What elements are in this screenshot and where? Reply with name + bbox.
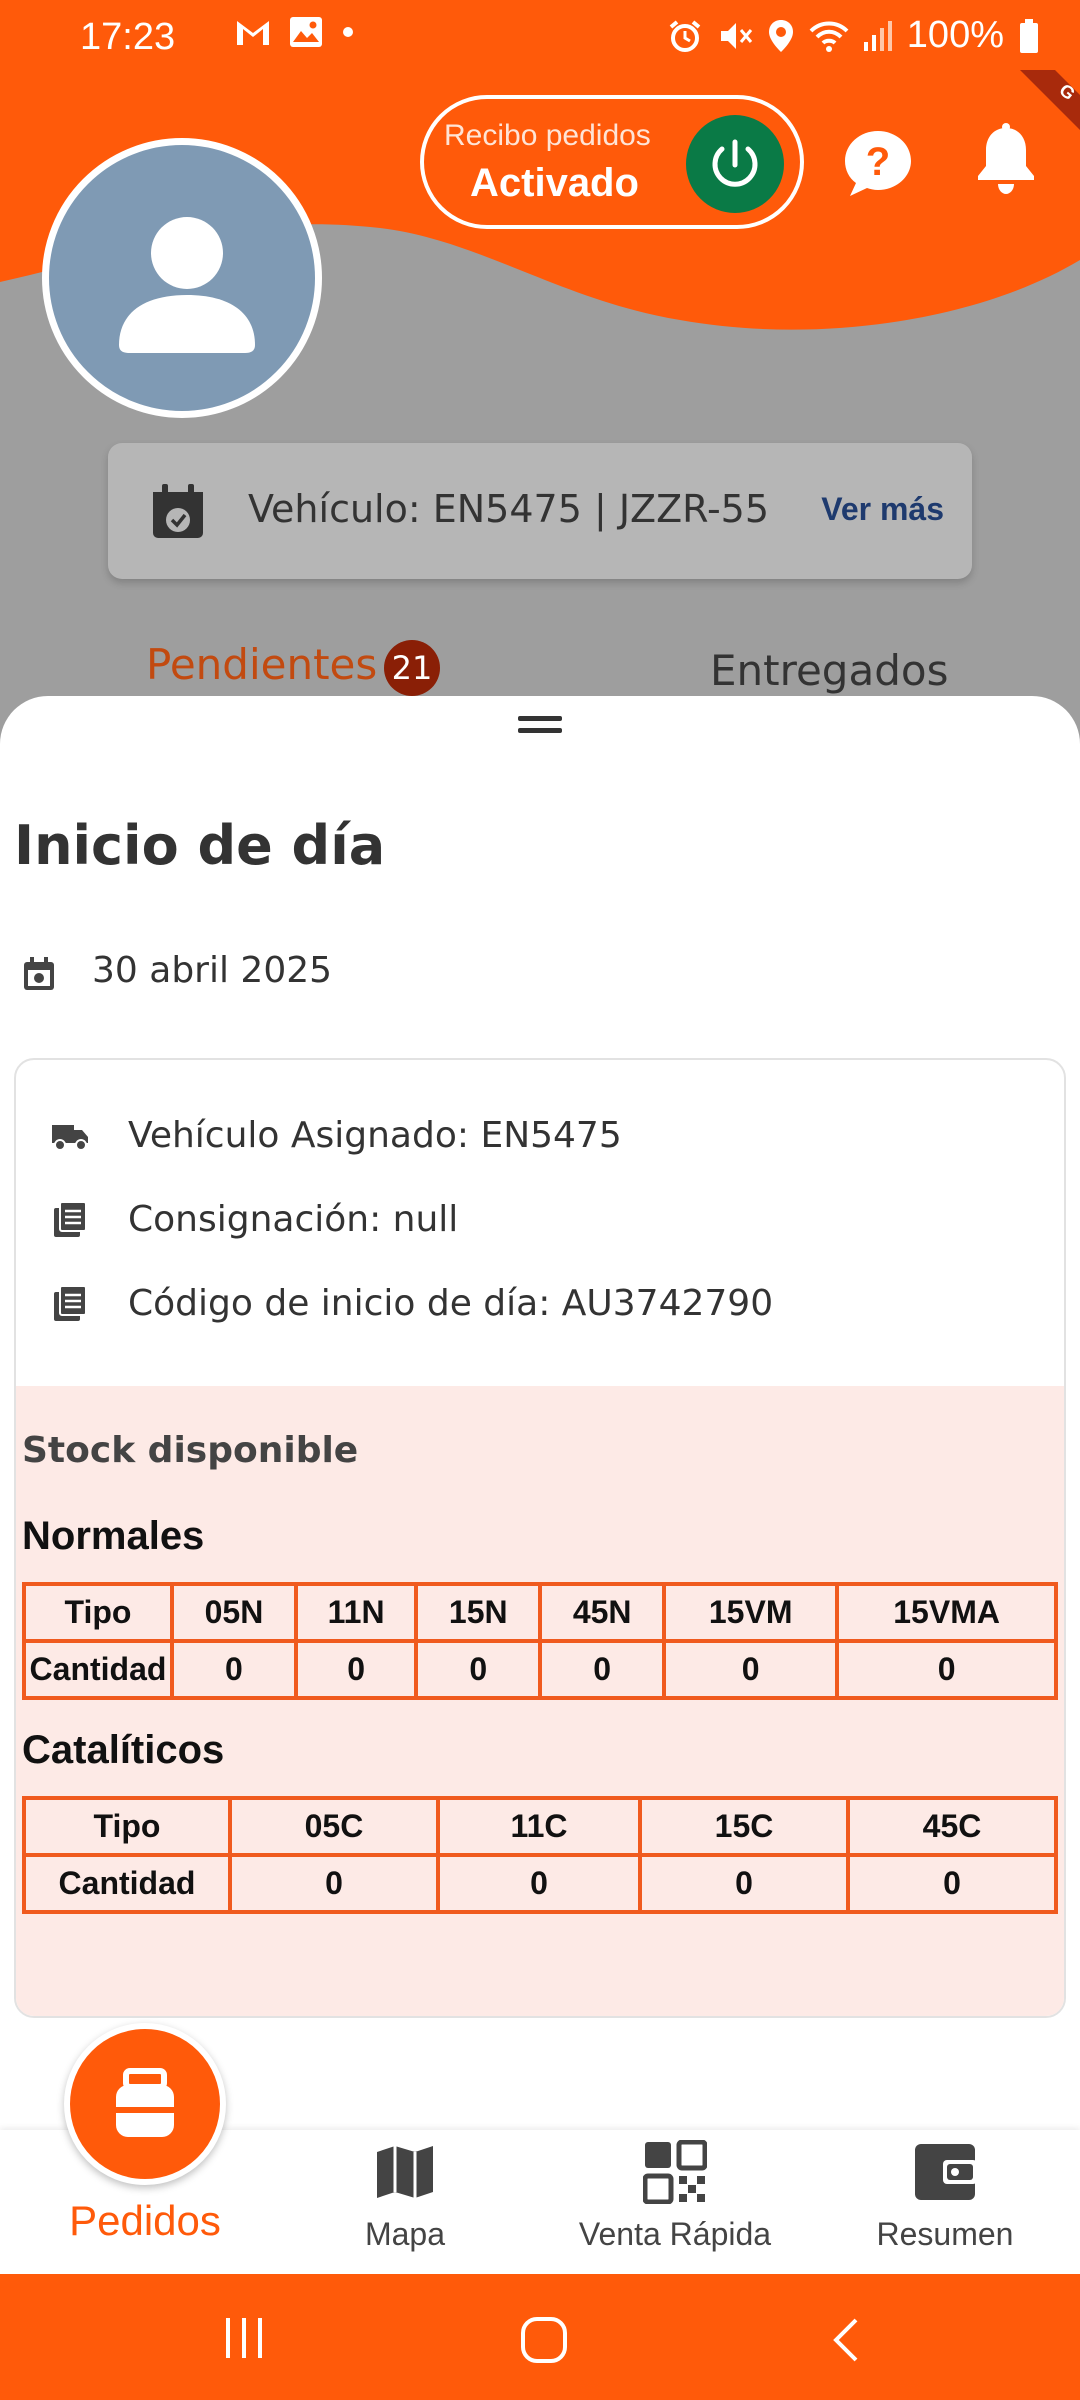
table-cell: 45N: [538, 1582, 667, 1643]
sheet-title: Inicio de día: [14, 814, 386, 877]
order-receiving-toggle[interactable]: Recibo pedidos Activado: [420, 95, 804, 229]
signal-icon: [863, 20, 892, 51]
normales-table: Tipo 05N 11N 15N 45N 15VM 15VMA Cantidad…: [22, 1582, 1058, 1700]
table-cell: 0: [662, 1639, 840, 1700]
location-icon: [768, 19, 793, 52]
gallery-icon: [290, 17, 322, 47]
table-cell: Tipo: [22, 1582, 174, 1643]
normales-title: Normales: [22, 1514, 205, 1558]
system-navigation-bar: [0, 2274, 1080, 2400]
tab-pending[interactable]: Pendientes: [146, 640, 377, 689]
nav-item-resumen[interactable]: Resumen: [810, 2130, 1080, 2274]
alarm-icon: [669, 19, 701, 52]
nav-label-mapa: Mapa: [364, 2216, 446, 2252]
cataliticos-title: Catalíticos: [22, 1728, 225, 1772]
table-cell: 15VMA: [835, 1582, 1058, 1643]
table-cell: 0: [846, 1853, 1058, 1914]
vehicle-text: Vehículo: EN5475 | JZZR-55: [248, 487, 770, 531]
status-bar: 17:23 100%: [0, 0, 1080, 76]
table-cell: 0: [835, 1639, 1058, 1700]
sheet-drag-handle-line: [518, 728, 562, 733]
status-time: 17:23: [80, 16, 176, 58]
table-header-row: Tipo 05C 11C 15C 45C: [22, 1796, 1058, 1857]
table-cell: 0: [435, 1853, 643, 1914]
gmail-icon: [237, 21, 269, 45]
table-cell: 05N: [170, 1582, 298, 1643]
info-text: Consignación: null: [128, 1198, 459, 1240]
nav-label-resumen: Resumen: [876, 2216, 1014, 2252]
power-button[interactable]: [686, 115, 784, 213]
table-cell: Cantidad: [22, 1639, 174, 1700]
table-row: Cantidad 0 0 0 0: [22, 1853, 1058, 1914]
qr-code-icon: [643, 2140, 707, 2204]
svg-text:?: ?: [866, 140, 890, 184]
cataliticos-table: Tipo 05C 11C 15C 45C Cantidad 0 0 0 0: [22, 1796, 1058, 1914]
calendar-icon: [24, 957, 54, 990]
pending-count-badge: 21: [384, 640, 440, 696]
info-row-day-code: Código de inicio de día: AU3742790: [50, 1278, 773, 1328]
sheet-drag-handle[interactable]: [518, 716, 562, 721]
order-receiving-status: Activado: [470, 161, 639, 205]
table-cell: 11N: [293, 1582, 419, 1643]
gas-cylinder-icon: [116, 2068, 174, 2137]
home-icon[interactable]: [520, 2316, 568, 2364]
table-cell: 15N: [414, 1582, 543, 1643]
date-text: 30 abril 2025: [92, 950, 333, 991]
truck-icon: [52, 1125, 88, 1151]
stock-section: Stock disponible Normales Tipo 05N 11N 1…: [16, 1386, 1064, 2016]
nav-label-venta-rapida: Venta Rápida: [578, 2216, 772, 2252]
map-icon: [377, 2146, 433, 2198]
start-of-day-sheet: Inicio de día 30 abril 2025 Vehículo Asi…: [0, 696, 1080, 2130]
wifi-icon: [809, 21, 849, 52]
nav-item-mapa[interactable]: Mapa: [270, 2130, 540, 2274]
info-text: Código de inicio de día: AU3742790: [128, 1282, 774, 1324]
info-row-vehicle: Vehículo Asignado: EN5475: [50, 1110, 622, 1160]
wallet-icon: [915, 2144, 977, 2200]
table-cell: 11C: [435, 1796, 643, 1857]
battery-icon: [1020, 18, 1038, 53]
table-cell: 0: [538, 1639, 667, 1700]
table-cell: 0: [293, 1639, 419, 1700]
nav-item-venta-rapida[interactable]: Venta Rápida: [540, 2130, 810, 2274]
debug-ribbon: G: [1000, 70, 1080, 130]
pedidos-fab[interactable]: [64, 2023, 226, 2185]
table-cell: 0: [170, 1639, 298, 1700]
see-more-link[interactable]: Ver más: [821, 491, 944, 528]
table-cell: 0: [638, 1853, 850, 1914]
vehicle-card: Vehículo: EN5475 | JZZR-55 Ver más: [108, 443, 972, 579]
order-receiving-label: Recibo pedidos: [444, 119, 651, 152]
document-icon: [54, 1201, 87, 1237]
recent-apps-icon[interactable]: [222, 2316, 266, 2360]
nav-label-pedidos: Pedidos: [69, 2197, 221, 2244]
dot-icon: [343, 27, 353, 37]
table-row: Cantidad 0 0 0 0 0 0: [22, 1639, 1058, 1700]
table-cell: 15VM: [662, 1582, 840, 1643]
calendar-check-icon: [153, 484, 203, 538]
table-cell: Tipo: [22, 1796, 232, 1857]
table-cell: 15C: [638, 1796, 850, 1857]
table-cell: 0: [228, 1853, 440, 1914]
user-icon: [119, 217, 255, 353]
back-icon[interactable]: [826, 2316, 866, 2364]
power-icon: [712, 139, 758, 187]
table-cell: 05C: [228, 1796, 440, 1857]
avatar[interactable]: [42, 138, 322, 418]
table-cell: 45C: [846, 1796, 1058, 1857]
battery-percent: 100%: [906, 14, 1004, 56]
info-row-consignment: Consignación: null: [50, 1194, 458, 1244]
table-header-row: Tipo 05N 11N 15N 45N 15VM 15VMA: [22, 1582, 1058, 1643]
tab-delivered[interactable]: Entregados: [710, 646, 948, 695]
mute-icon: [720, 22, 752, 49]
help-icon[interactable]: ?: [842, 128, 914, 200]
start-of-day-card: Vehículo Asignado: EN5475 Consignación: …: [14, 1058, 1066, 2018]
table-cell: Cantidad: [22, 1853, 232, 1914]
document-icon: [54, 1285, 87, 1321]
notifications-bell-icon[interactable]: [972, 122, 1040, 196]
stock-title: Stock disponible: [22, 1430, 359, 1471]
table-cell: 0: [414, 1639, 543, 1700]
info-text: Vehículo Asignado: EN5475: [128, 1114, 622, 1156]
